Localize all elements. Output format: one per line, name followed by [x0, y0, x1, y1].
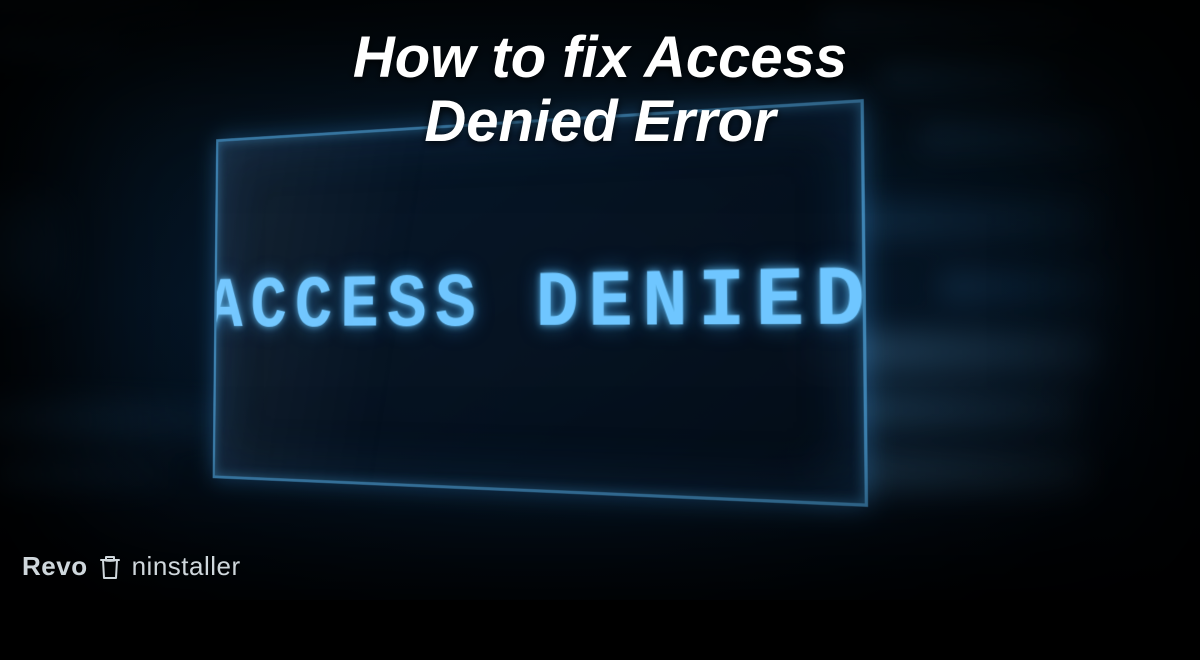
hero-scene: ACCESS DENIED How to fix Access Denied E…	[0, 0, 1200, 600]
trash-icon	[98, 553, 122, 581]
terminal-window: ACCESS DENIED	[213, 99, 868, 507]
terminal-frame: ACCESS DENIED	[213, 99, 868, 507]
title-line-1: How to fix Access	[353, 25, 847, 90]
brand-logo: Revo ninstaller	[22, 551, 241, 582]
brand-word-1: Revo	[22, 551, 88, 582]
terminal-message: ACCESS DENIED	[213, 253, 868, 350]
brand-word-2: ninstaller	[132, 551, 241, 582]
